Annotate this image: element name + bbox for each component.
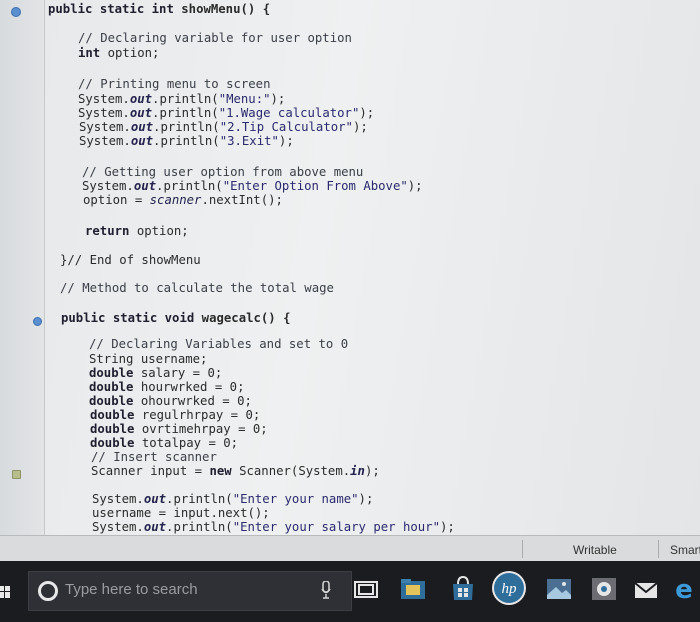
svg-text:e: e (675, 575, 693, 605)
code-line[interactable]: double hourwrked = 0; (89, 380, 244, 394)
photos-icon[interactable] (543, 573, 575, 605)
mail-icon[interactable] (630, 573, 662, 605)
search-placeholder: Type here to search (65, 581, 198, 598)
code-line[interactable]: System.out.println("2.Tip Calculator"); (79, 120, 368, 134)
taskbar-search-box[interactable]: Type here to search (28, 571, 352, 611)
code-line[interactable]: public static void wagecalc() { (61, 311, 291, 325)
code-line[interactable]: public static int showMenu() { (48, 2, 270, 16)
code-line[interactable]: double salary = 0; (89, 366, 222, 380)
insert-mode-label: Smart (670, 543, 700, 557)
code-line[interactable]: // Declaring variable for user option (78, 31, 352, 45)
code-line[interactable]: return option; (85, 224, 189, 238)
code-line[interactable]: System.out.println("1.Wage calculator"); (78, 106, 374, 120)
code-line[interactable]: System.out.println("3.Exit"); (79, 134, 294, 148)
code-line[interactable]: // Declaring Variables and set to 0 (89, 337, 348, 351)
code-line[interactable]: double totalpay = 0; (90, 436, 238, 450)
editor-mode-label: Writable (573, 543, 617, 557)
code-line[interactable]: String username; (89, 352, 207, 366)
windows-icon (0, 586, 10, 598)
code-line[interactable]: System.out.println("Enter your name"); (92, 492, 373, 506)
code-line[interactable]: // Printing menu to screen (78, 77, 271, 91)
store-icon[interactable] (447, 573, 479, 605)
code-line[interactable]: }// End of showMenu (60, 253, 201, 267)
media-app-icon[interactable] (588, 573, 620, 605)
task-view-icon[interactable] (350, 573, 382, 605)
code-line[interactable]: // Getting user option from above menu (82, 165, 363, 179)
code-line[interactable]: System.out.println("Enter your salary pe… (92, 520, 455, 534)
code-line[interactable]: int option; (78, 46, 159, 60)
start-button[interactable] (0, 583, 10, 598)
svg-text:hp: hp (502, 581, 518, 597)
cortana-icon (38, 581, 58, 601)
editor-screen: public static int showMenu() { // Declari… (0, 0, 700, 535)
hp-icon[interactable]: hp (490, 569, 528, 607)
code-line[interactable]: System.out.println("Enter Option From Ab… (82, 179, 423, 193)
code-editor[interactable]: public static int showMenu() { // Declari… (0, 0, 700, 535)
code-line[interactable]: double ohourwrked = 0; (89, 394, 252, 408)
file-explorer-icon[interactable] (397, 573, 429, 605)
microphone-icon[interactable] (321, 581, 331, 599)
edge-browser-icon[interactable]: e (668, 573, 700, 605)
status-bar: Writable Smart (0, 535, 700, 562)
code-line[interactable]: // Insert scanner (91, 450, 217, 464)
code-line[interactable]: Scanner input = new Scanner(System.in); (91, 464, 380, 478)
code-line[interactable]: double regulrhrpay = 0; (90, 408, 260, 422)
code-line[interactable]: option = scanner.nextInt(); (83, 193, 283, 207)
code-line[interactable]: // Method to calculate the total wage (60, 281, 334, 295)
code-line[interactable]: System.out.println("Menu:"); (78, 92, 285, 106)
taskbar: Type here to search hp e (0, 561, 700, 622)
code-line[interactable]: username = input.next(); (92, 506, 270, 520)
code-line[interactable]: double ovrtimehrpay = 0; (90, 422, 268, 436)
